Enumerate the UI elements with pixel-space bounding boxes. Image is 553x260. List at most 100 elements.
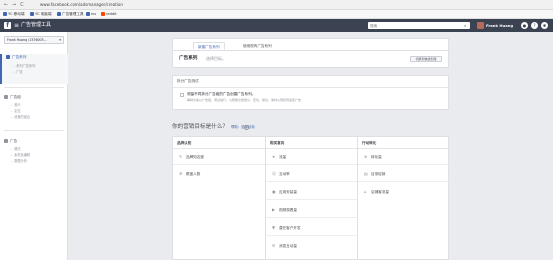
sidebar-group-label[interactable]: 广告系列 (6, 54, 26, 61)
bell-icon[interactable]: ● (521, 22, 528, 29)
menu-icon[interactable]: ≡ (14, 22, 20, 29)
ad-icon (4, 139, 8, 143)
option-label: 流量 (279, 155, 287, 159)
objective-option[interactable]: ⊕ 转化量 (364, 152, 382, 162)
sidebar-item[interactable]: 素材及编辑 (10, 153, 30, 158)
option-label: 转化量 (371, 155, 382, 159)
column-title: 行动转化 (362, 141, 377, 145)
tab-existing-campaign[interactable]: 使用现有广告系列 (239, 42, 276, 50)
forward-icon[interactable]: → (11, 2, 17, 8)
search-box: ⌕ (368, 22, 470, 29)
option-label: 覆盖人数 (186, 172, 201, 176)
card-title: 广告系列 (179, 56, 198, 61)
sidebar-item[interactable]: 定位 (10, 109, 20, 114)
megaphone-icon: ✎ (179, 154, 183, 159)
objective-option[interactable]: ➤ 流量 (272, 152, 286, 162)
account-selector[interactable]: Frank Huang (1576005... ▾ (4, 36, 64, 44)
traffic-icon: ➤ (272, 154, 276, 159)
bookmark-item[interactable]: reddit (101, 12, 117, 17)
divider (266, 199, 358, 200)
sidebar-item[interactable]: 系列广告系列 (12, 64, 35, 69)
divider (4, 130, 64, 131)
objective-option[interactable]: ▶ 视频观看量 (272, 205, 297, 215)
sidebar-group-label[interactable]: 广告 (4, 138, 17, 145)
checkbox-label[interactable]: 测量不同拆分广告组的广告创建广告系列。 (187, 92, 255, 97)
option-label: 品牌知名度 (186, 155, 204, 159)
app-install-icon: ▣ (272, 189, 276, 194)
back-icon[interactable]: ← (3, 2, 9, 8)
objective-option[interactable]: ⌂ 店铺客流量 (364, 187, 389, 197)
divider (358, 181, 449, 182)
sidebar-item[interactable]: 设置的组合 (10, 115, 30, 120)
help-icon[interactable]: ? (244, 125, 249, 130)
video-views-icon: ▶ (272, 207, 276, 212)
divider (266, 148, 358, 149)
divider (173, 164, 265, 165)
tab-new-campaign[interactable]: 新建广告系列 (193, 42, 225, 50)
column-title: 购买意向 (270, 141, 285, 145)
help-icon[interactable]: ? (531, 22, 538, 29)
campaign-card: 新建广告系列 使用现有广告系列 广告系列 选择目标。 切换到快捷创建 (172, 38, 450, 68)
bookmark-label: ins (91, 12, 97, 16)
bookmarks-bar: YC 移动端 YC 电脑端 广告管理工具 ins reddit (0, 10, 553, 19)
app-header: f ≡ 广告管理工具 ⌕ Frank Huang ● ? ✱ (0, 19, 553, 32)
app-title[interactable]: 广告管理工具 (21, 22, 51, 29)
divider (266, 235, 358, 236)
objective-option[interactable]: ▣ 应用安装量 (272, 187, 297, 197)
search-input[interactable] (368, 22, 462, 29)
divider (4, 87, 64, 88)
sidebar: Frank Huang (1576005... ▾ 广告系列 系列广告系列 广告… (0, 32, 68, 260)
address-bar[interactable]: www.facebook.com/adsmanager/creation (40, 2, 123, 8)
objective-column-consideration: 购买意向 ➤ 流量 ☺ 互动率 ▣ 应用安装量 ▶ 视频观看量 ▼ 潜在客户开发 ✉ 消息互… (265, 137, 358, 260)
divider (266, 217, 358, 218)
sidebar-group-adset: 广告组 受众 定位 设置的组合 (0, 94, 68, 126)
bookmark-icon (30, 12, 34, 16)
bookmark-icon (86, 12, 90, 16)
help-link[interactable]: 帮助：选择目标 (231, 124, 255, 131)
sidebar-group-label[interactable]: 广告组 (4, 94, 21, 101)
sidebar-item[interactable]: 格式 (10, 147, 20, 152)
avatar[interactable] (477, 22, 484, 29)
option-label: 目录促销 (371, 172, 386, 176)
objective-option[interactable]: ✲ 覆盖人数 (179, 169, 200, 179)
user-name[interactable]: Frank Huang (486, 22, 513, 29)
lead-generation-icon: ▼ (272, 225, 276, 230)
objective-option[interactable]: ▼ 潜在客户开发 (272, 223, 301, 233)
engagement-icon: ☺ (272, 171, 277, 176)
bookmark-label: reddit (106, 12, 117, 16)
objective-option[interactable]: ✉ 消息互动量 (272, 241, 297, 251)
option-label: 互动率 (279, 172, 290, 176)
sidebar-group-ad: 广告 格式 素材及编辑 数据分析 (0, 138, 68, 170)
option-label: 应用安装量 (279, 190, 297, 194)
sidebar-item[interactable]: 数据分析 (10, 159, 27, 164)
split-test-card: 拆分广告测试 测量不同拆分广告组的广告创建广告系列。 每种方案以广告组，测试进行… (172, 75, 449, 110)
option-label: 店铺客流量 (371, 190, 389, 194)
chevron-down-icon: ▾ (59, 38, 61, 42)
sidebar-item[interactable]: 受众 (10, 103, 20, 108)
bookmark-item[interactable]: YC 移动端 (3, 12, 24, 17)
divider (266, 181, 358, 182)
bookmark-icon (57, 12, 61, 16)
objective-column-conversion: 行动转化 ⊕ 转化量 ▤ 目录促销 ⌂ 店铺客流量 (357, 137, 449, 260)
bookmark-item[interactable]: ins (86, 12, 96, 17)
catalog-sales-icon: ▤ (364, 171, 368, 176)
divider (173, 87, 448, 88)
conversions-icon: ⊕ (364, 154, 368, 159)
split-test-checkbox[interactable] (180, 93, 184, 97)
quick-creation-button[interactable]: 切换到快捷创建 (410, 56, 442, 62)
facebook-logo-icon[interactable]: f (4, 22, 11, 29)
account-name: Frank Huang (1576005... (7, 38, 47, 42)
option-label: 消息互动量 (279, 244, 297, 248)
sidebar-item[interactable]: 广告 (12, 70, 22, 75)
objective-option[interactable]: ☺ 互动率 (272, 169, 290, 179)
objective-option[interactable]: ▤ 目录促销 (364, 169, 385, 179)
main-content: 新建广告系列 使用现有广告系列 广告系列 选择目标。 切换到快捷创建 拆分广告测… (68, 32, 553, 260)
bookmark-item[interactable]: 广告管理工具 (57, 12, 84, 17)
bookmark-icon (101, 12, 105, 16)
settings-icon[interactable]: ✱ (541, 22, 548, 29)
bookmark-label: 广告管理工具 (62, 12, 84, 16)
reload-icon[interactable]: C (19, 2, 25, 8)
objective-option[interactable]: ✎ 品牌知名度 (179, 152, 204, 162)
bookmark-item[interactable]: YC 电脑端 (30, 12, 51, 17)
search-icon[interactable]: ⌕ (464, 23, 469, 28)
